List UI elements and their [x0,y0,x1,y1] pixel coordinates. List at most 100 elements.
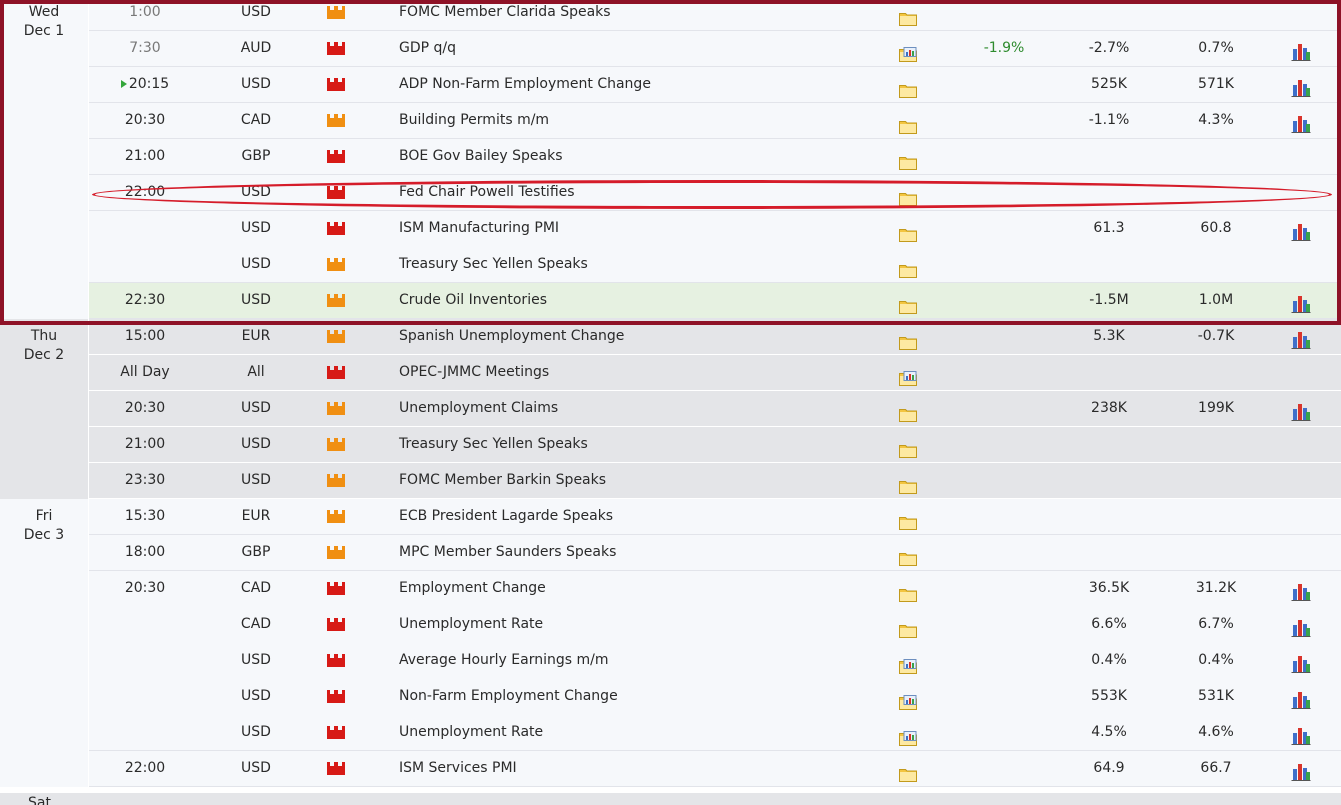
folder-icon[interactable] [899,509,917,530]
folder-icon[interactable] [899,257,917,278]
event-title[interactable]: ISM Manufacturing PMI [399,211,559,246]
medium-impact-icon[interactable] [327,510,345,523]
medium-impact-icon[interactable] [327,114,345,127]
medium-impact-icon[interactable] [327,294,345,307]
event-row[interactable]: USD Average Hourly Earnings m/m 0.4% 0.4% [89,643,1341,679]
folder-chart-icon[interactable] [899,725,917,746]
high-impact-icon[interactable] [327,582,345,595]
high-impact-icon[interactable] [327,366,345,379]
event-title[interactable]: FOMC Member Barkin Speaks [399,463,606,498]
folder-icon[interactable] [899,149,917,170]
bar-chart-icon[interactable] [1291,292,1311,313]
high-impact-icon[interactable] [327,42,345,55]
event-title[interactable]: Non-Farm Employment Change [399,679,618,714]
high-impact-icon[interactable] [327,222,345,235]
folder-icon[interactable] [899,761,917,782]
high-impact-icon[interactable] [327,186,345,199]
folder-icon[interactable] [899,77,917,98]
medium-impact-icon[interactable] [327,6,345,19]
event-row[interactable]: 20:30 CAD Employment Change 36.5K 31.2K [89,571,1341,607]
event-title[interactable]: Treasury Sec Yellen Speaks [399,427,588,462]
event-title[interactable]: Fed Chair Powell Testifies [399,175,575,210]
folder-icon[interactable] [899,5,917,26]
event-row[interactable]: 22:30 USD Crude Oil Inventories -1.5M 1.0M [89,283,1341,319]
medium-impact-icon[interactable] [327,474,345,487]
event-row[interactable]: CAD Unemployment Rate 6.6% 6.7% [89,607,1341,643]
folder-icon[interactable] [899,293,917,314]
bar-chart-icon[interactable] [1291,652,1311,673]
event-row[interactable]: USD Unemployment Rate 4.5% 4.6% [89,715,1341,751]
high-impact-icon[interactable] [327,762,345,775]
bar-chart-icon[interactable] [1291,580,1311,601]
bar-chart-icon[interactable] [1291,688,1311,709]
folder-icon[interactable] [899,221,917,242]
event-title[interactable]: ECB President Lagarde Speaks [399,499,613,534]
event-row[interactable]: 18:00 GBP MPC Member Saunders Speaks [89,535,1341,571]
event-row[interactable]: 20:15 USD ADP Non-Farm Employment Change 52… [89,67,1341,103]
folder-icon[interactable] [899,185,917,206]
medium-impact-icon[interactable] [327,546,345,559]
event-title[interactable]: ADP Non-Farm Employment Change [399,67,651,102]
medium-impact-icon[interactable] [327,258,345,271]
event-row[interactable]: 1:00 USD FOMC Member Clarida Speaks [89,0,1341,31]
event-row[interactable]: 21:00 USD Treasury Sec Yellen Speaks [89,427,1341,463]
bar-chart-icon[interactable] [1291,724,1311,745]
folder-icon[interactable] [899,473,917,494]
bar-chart-icon[interactable] [1291,112,1311,133]
folder-icon[interactable] [899,437,917,458]
high-impact-icon[interactable] [327,654,345,667]
medium-impact-icon[interactable] [327,438,345,451]
folder-chart-icon[interactable] [899,689,917,710]
event-title[interactable]: Treasury Sec Yellen Speaks [399,247,588,282]
event-row[interactable]: 20:30 USD Unemployment Claims 238K 199K [89,391,1341,427]
event-title[interactable]: OPEC-JMMC Meetings [399,355,549,390]
event-title[interactable]: MPC Member Saunders Speaks [399,535,616,570]
event-row[interactable]: 7:30 AUD GDP q/q -1.9% -2.7% 0.7% [89,31,1341,67]
event-title[interactable]: Building Permits m/m [399,103,549,138]
event-title[interactable]: ISM Services PMI [399,751,517,786]
bar-chart-icon[interactable] [1291,616,1311,637]
event-row[interactable]: 15:30 EUR ECB President Lagarde Speaks [89,499,1341,535]
folder-chart-icon[interactable] [899,365,917,386]
bar-chart-icon[interactable] [1291,328,1311,349]
bar-chart-icon[interactable] [1291,220,1311,241]
event-title[interactable]: Employment Change [399,571,546,606]
bar-chart-icon[interactable] [1291,76,1311,97]
bar-chart-icon[interactable] [1291,760,1311,781]
event-title[interactable]: Unemployment Claims [399,391,558,426]
event-title[interactable]: Crude Oil Inventories [399,283,547,318]
medium-impact-icon[interactable] [327,330,345,343]
high-impact-icon[interactable] [327,150,345,163]
medium-impact-icon[interactable] [327,402,345,415]
event-row[interactable]: 20:30 CAD Building Permits m/m -1.1% 4.3% [89,103,1341,139]
folder-icon[interactable] [899,113,917,134]
bar-chart-icon[interactable] [1291,400,1311,421]
event-row[interactable]: All Day All OPEC-JMMC Meetings [89,355,1341,391]
event-row[interactable]: 22:00 USD Fed Chair Powell Testifies [89,175,1341,211]
folder-icon[interactable] [899,581,917,602]
high-impact-icon[interactable] [327,726,345,739]
event-row[interactable]: USD Non-Farm Employment Change 553K 531K [89,679,1341,715]
event-title[interactable]: FOMC Member Clarida Speaks [399,0,611,30]
folder-chart-icon[interactable] [899,653,917,674]
event-row[interactable]: USD Treasury Sec Yellen Speaks [89,247,1341,283]
event-title[interactable]: BOE Gov Bailey Speaks [399,139,563,174]
event-row[interactable]: 15:00 EUR Spanish Unemployment Change 5.3K -… [89,319,1341,355]
event-row[interactable]: 23:30 USD FOMC Member Barkin Speaks [89,463,1341,499]
event-title[interactable]: Unemployment Rate [399,715,543,750]
folder-icon[interactable] [899,617,917,638]
high-impact-icon[interactable] [327,690,345,703]
high-impact-icon[interactable] [327,618,345,631]
event-title[interactable]: Average Hourly Earnings m/m [399,643,608,678]
bar-chart-icon[interactable] [1291,40,1311,61]
event-row[interactable]: 21:00 GBP BOE Gov Bailey Speaks [89,139,1341,175]
event-title[interactable]: Unemployment Rate [399,607,543,642]
high-impact-icon[interactable] [327,78,345,91]
folder-icon[interactable] [899,329,917,350]
folder-icon[interactable] [899,401,917,422]
folder-chart-icon[interactable] [899,41,917,62]
event-row[interactable]: 22:00 USD ISM Services PMI 64.9 66.7 [89,751,1341,787]
event-title[interactable]: GDP q/q [399,31,456,66]
folder-icon[interactable] [899,545,917,566]
event-title[interactable]: Spanish Unemployment Change [399,319,624,354]
